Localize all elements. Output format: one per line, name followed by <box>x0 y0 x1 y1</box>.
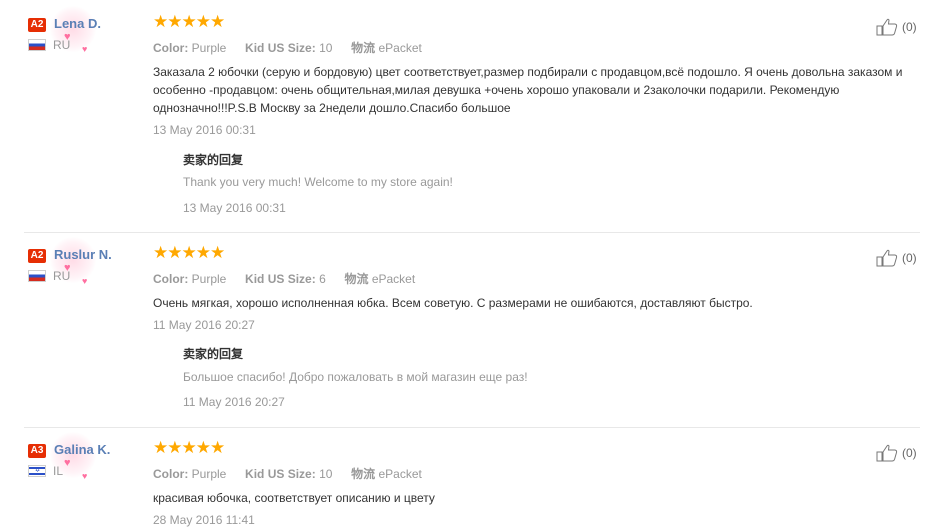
order-attributes: Color: Purple Kid US Size: 10 物流 ePacket <box>153 465 422 482</box>
heart-icon: ♥ <box>82 276 88 286</box>
review-text: Очень мягкая, хорошо исполненная юбка. В… <box>153 296 753 310</box>
reviewer-name[interactable]: Galina K. <box>54 442 110 457</box>
seller-reply-title: 卖家的回复 <box>183 153 244 167</box>
review-text: Заказала 2 юбочки (серую и бордовую) цве… <box>153 65 903 115</box>
review-divider <box>24 427 920 428</box>
thumbs-up-icon <box>876 249 898 267</box>
review-date: 13 May 2016 00:31 <box>153 123 256 137</box>
color-value: Purple <box>191 467 227 481</box>
shipping-value: ePacket <box>378 41 422 55</box>
seller-reply-text: Большое спасибо! Добро пожаловать в мой … <box>183 370 528 384</box>
review-divider <box>24 232 920 233</box>
size-label: Kid US Size: <box>245 272 316 286</box>
size-value: 10 <box>319 467 333 481</box>
color-label: Color: <box>153 272 189 286</box>
helpful-button[interactable]: (0) <box>876 444 917 462</box>
helpful-count: (0) <box>902 251 917 265</box>
reviewer-name[interactable]: Lena D. <box>54 16 101 31</box>
color-label: Color: <box>153 467 189 481</box>
shipping-value: ePacket <box>371 272 416 286</box>
seller-reply-title: 卖家的回复 <box>183 347 244 361</box>
order-attributes: Color: Purple Kid US Size: 6 物流 ePacket <box>153 270 415 287</box>
shipping-label: 物流 <box>351 41 376 55</box>
helpful-button[interactable]: (0) <box>876 18 917 36</box>
country-flag-icon <box>28 270 46 282</box>
review-date: 28 May 2016 11:41 <box>153 513 255 527</box>
shipping-label: 物流 <box>344 272 369 286</box>
shipping-label: 物流 <box>351 467 376 481</box>
reviewer-name[interactable]: Ruslur N. <box>54 247 112 262</box>
seller-reply-text: Thank you very much! Welcome to my store… <box>183 175 453 189</box>
size-label: Kid US Size: <box>245 467 316 481</box>
buyer-level-badge: A2 <box>28 18 46 32</box>
seller-reply-date: 11 May 2016 20:27 <box>183 395 285 409</box>
seller-reply-date: 13 May 2016 00:31 <box>183 201 286 215</box>
thumbs-up-icon <box>876 18 898 36</box>
color-value: Purple <box>191 41 227 55</box>
helpful-button[interactable]: (0) <box>876 249 917 267</box>
helpful-count: (0) <box>902 20 917 34</box>
color-label: Color: <box>153 41 189 55</box>
reviewer-country: RU <box>53 38 71 52</box>
country-flag-icon <box>28 39 46 51</box>
thumbs-up-icon <box>876 444 898 462</box>
rating-stars: ★★★★★ <box>153 243 225 262</box>
buyer-level-badge: A2 <box>28 249 46 263</box>
helpful-count: (0) <box>902 446 917 460</box>
rating-stars: ★★★★★ <box>153 12 225 31</box>
size-value: 6 <box>319 272 326 286</box>
shipping-value: ePacket <box>378 467 422 481</box>
review-text: красивая юбочка, соответствует описанию … <box>153 491 435 505</box>
color-value: Purple <box>191 272 227 286</box>
heart-icon: ♥ <box>82 471 88 481</box>
reviewer-country: RU <box>53 269 71 283</box>
size-label: Kid US Size: <box>245 41 316 55</box>
size-value: 10 <box>319 41 333 55</box>
order-attributes: Color: Purple Kid US Size: 10 物流 ePacket <box>153 39 422 56</box>
country-flag-icon: ✡ <box>28 465 46 477</box>
heart-icon: ♥ <box>64 457 71 469</box>
heart-icon: ♥ <box>82 44 88 54</box>
review-date: 11 May 2016 20:27 <box>153 318 255 332</box>
reviewer-country: IL <box>53 464 64 478</box>
rating-stars: ★★★★★ <box>153 438 225 457</box>
buyer-level-badge: A3 <box>28 444 46 458</box>
